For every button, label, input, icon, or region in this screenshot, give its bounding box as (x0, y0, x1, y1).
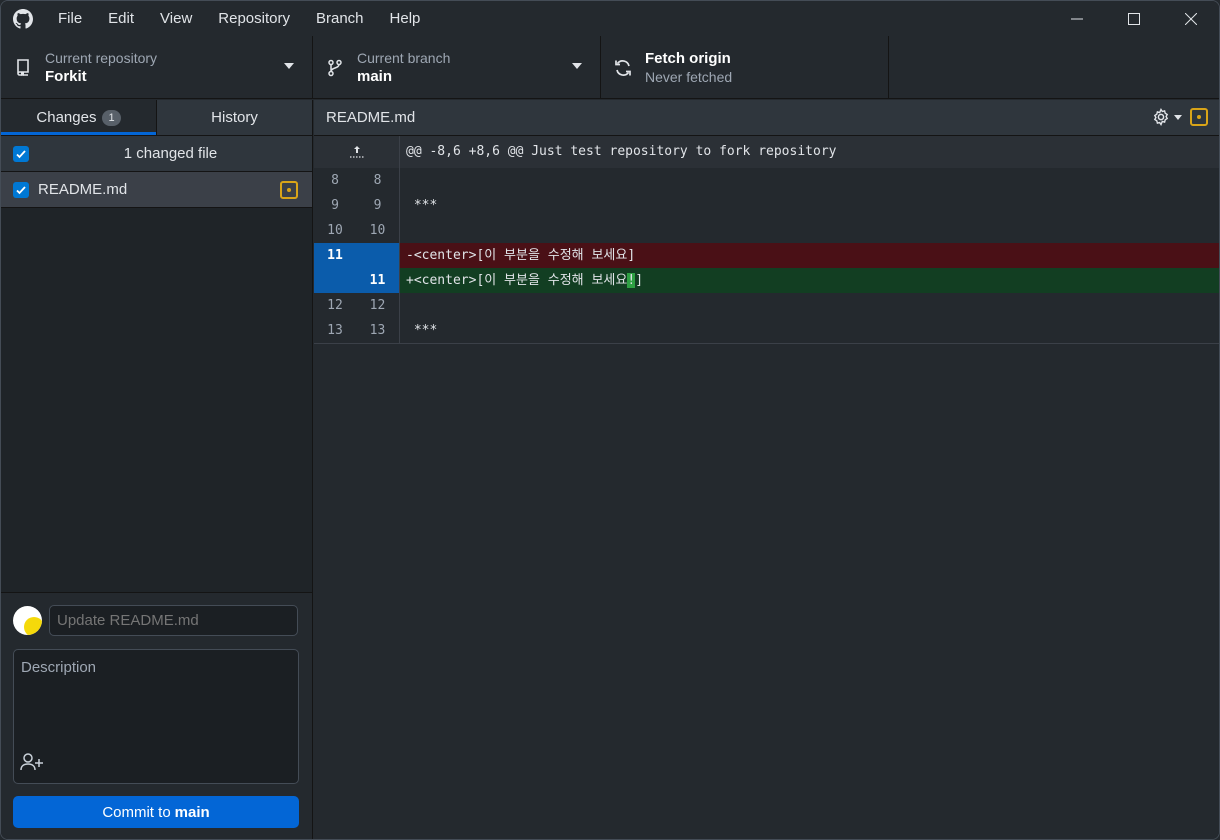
branch-label: Current branch (357, 50, 451, 66)
old-line-number: 11 (314, 243, 356, 268)
diff-end-divider (314, 343, 1219, 344)
line-content-part: +<center>[이 부분을 수정해 보세요 (406, 273, 628, 288)
new-line-number: 9 (356, 193, 400, 218)
description-placeholder: Description (21, 659, 97, 676)
new-line-number: 10 (356, 218, 400, 243)
menu-edit[interactable]: Edit (95, 1, 147, 36)
commit-button-label: Commit to (102, 803, 171, 821)
old-line-number: 9 (314, 193, 356, 218)
line-content: +<center>[이 부분을 수정해 보세요!] (400, 268, 1219, 293)
add-coauthor-icon[interactable] (20, 752, 44, 775)
diff-header: README.md (314, 100, 1219, 136)
old-line-number: 12 (314, 293, 356, 318)
line-content: *** (406, 198, 438, 213)
commit-button-branch: main (174, 803, 210, 821)
diff-line[interactable]: 9 9 *** (314, 193, 1219, 218)
github-logo-icon (1, 1, 45, 36)
fetch-origin-button[interactable]: Fetch origin Never fetched (601, 36, 889, 99)
hunk-header: @@ -8,6 +8,6 @@ Just test repository to … (314, 136, 1219, 168)
menu-view[interactable]: View (147, 1, 205, 36)
line-content (400, 168, 1219, 193)
repo-icon (1, 58, 45, 77)
line-content (400, 218, 1219, 243)
old-line-number: 10 (314, 218, 356, 243)
file-include-checkbox[interactable] (13, 181, 29, 198)
line-content: *** (406, 323, 438, 338)
commit-description-field[interactable]: Description (13, 649, 299, 784)
old-line-number (314, 268, 356, 293)
new-line-number: 11 (356, 268, 400, 293)
repository-name: Forkit (45, 68, 87, 85)
file-modified-icon (1190, 108, 1208, 126)
diff-line[interactable]: 10 10 (314, 218, 1219, 243)
tab-changes[interactable]: Changes 1 (1, 100, 156, 135)
toolbar: Current repository Forkit Current branch… (1, 36, 1219, 99)
tab-changes-label: Changes (36, 109, 97, 126)
current-branch-button[interactable]: Current branch main (313, 36, 601, 99)
tab-history-label: History (211, 109, 258, 126)
new-line-number (356, 243, 400, 268)
menu-help[interactable]: Help (377, 1, 434, 36)
select-all-checkbox[interactable] (13, 145, 29, 162)
fetch-title: Fetch origin (645, 50, 731, 67)
check-icon (16, 149, 26, 158)
line-content-part: ] (635, 273, 644, 288)
chevron-down-icon (572, 63, 582, 69)
changes-list-header: 1 changed file (1, 136, 312, 172)
commit-summary-input[interactable] (49, 605, 298, 636)
old-line-number: 8 (314, 168, 356, 193)
sidebar-tabs: Changes 1 History (1, 100, 312, 136)
chevron-down-icon (1174, 114, 1182, 120)
changed-char-highlight: ! (627, 273, 636, 288)
diff-line[interactable]: 8 8 (314, 168, 1219, 193)
diff-line[interactable]: 13 13 *** (314, 318, 1219, 343)
maximize-button[interactable] (1105, 1, 1162, 36)
menu-repository[interactable]: Repository (205, 1, 303, 36)
app-window: File Edit View Repository Branch Help Cu… (0, 0, 1220, 840)
window-controls (1048, 1, 1219, 36)
diff-line[interactable]: 12 12 (314, 293, 1219, 318)
tab-history[interactable]: History (156, 100, 312, 135)
sync-icon (601, 58, 645, 78)
new-line-number: 12 (356, 293, 400, 318)
diff-file-name: README.md (326, 109, 416, 126)
diff-view: README.md @@ -8,6 +8,6 @@ Just test repo… (314, 100, 1219, 839)
fetch-status: Never fetched (645, 69, 733, 85)
new-line-number: 13 (356, 318, 400, 343)
new-line-number: 8 (356, 168, 400, 193)
check-icon (16, 185, 26, 194)
menu-file[interactable]: File (45, 1, 95, 36)
commit-button[interactable]: Commit to main (13, 796, 299, 828)
minimize-button[interactable] (1048, 1, 1105, 36)
chevron-down-icon (284, 63, 294, 69)
changes-count-badge: 1 (102, 109, 121, 126)
diff-body: @@ -8,6 +8,6 @@ Just test repository to … (314, 136, 1219, 344)
repository-label: Current repository (45, 50, 158, 66)
maximize-icon (1127, 12, 1140, 25)
sidebar: Changes 1 History 1 changed file README.… (1, 100, 313, 839)
line-content (400, 293, 1219, 318)
minimize-icon (1070, 18, 1083, 19)
changed-files-count: 1 changed file (123, 145, 218, 162)
branch-name: main (357, 68, 393, 85)
title-bar: File Edit View Repository Branch Help (1, 1, 1219, 36)
file-name: README.md (38, 181, 128, 198)
file-list-item[interactable]: README.md (1, 172, 312, 208)
close-icon (1184, 12, 1197, 25)
hunk-text: @@ -8,6 +8,6 @@ Just test repository to … (406, 144, 837, 159)
diff-line-deleted[interactable]: 11 -<center>[이 부분을 수정해 보세요] (314, 243, 1219, 268)
close-button[interactable] (1162, 1, 1219, 36)
avatar (13, 606, 42, 635)
current-repository-button[interactable]: Current repository Forkit (1, 36, 313, 99)
old-line-number: 13 (314, 318, 356, 343)
branch-icon (313, 59, 357, 77)
diff-line-added[interactable]: 11 +<center>[이 부분을 수정해 보세요!] (314, 268, 1219, 293)
commit-form: Description Commit to main (1, 592, 312, 839)
line-content: -<center>[이 부분을 수정해 보세요] (400, 243, 1219, 268)
menu-branch[interactable]: Branch (303, 1, 377, 36)
expand-up-icon[interactable] (314, 136, 400, 168)
file-modified-icon (280, 180, 298, 199)
gear-icon[interactable] (1152, 108, 1190, 126)
